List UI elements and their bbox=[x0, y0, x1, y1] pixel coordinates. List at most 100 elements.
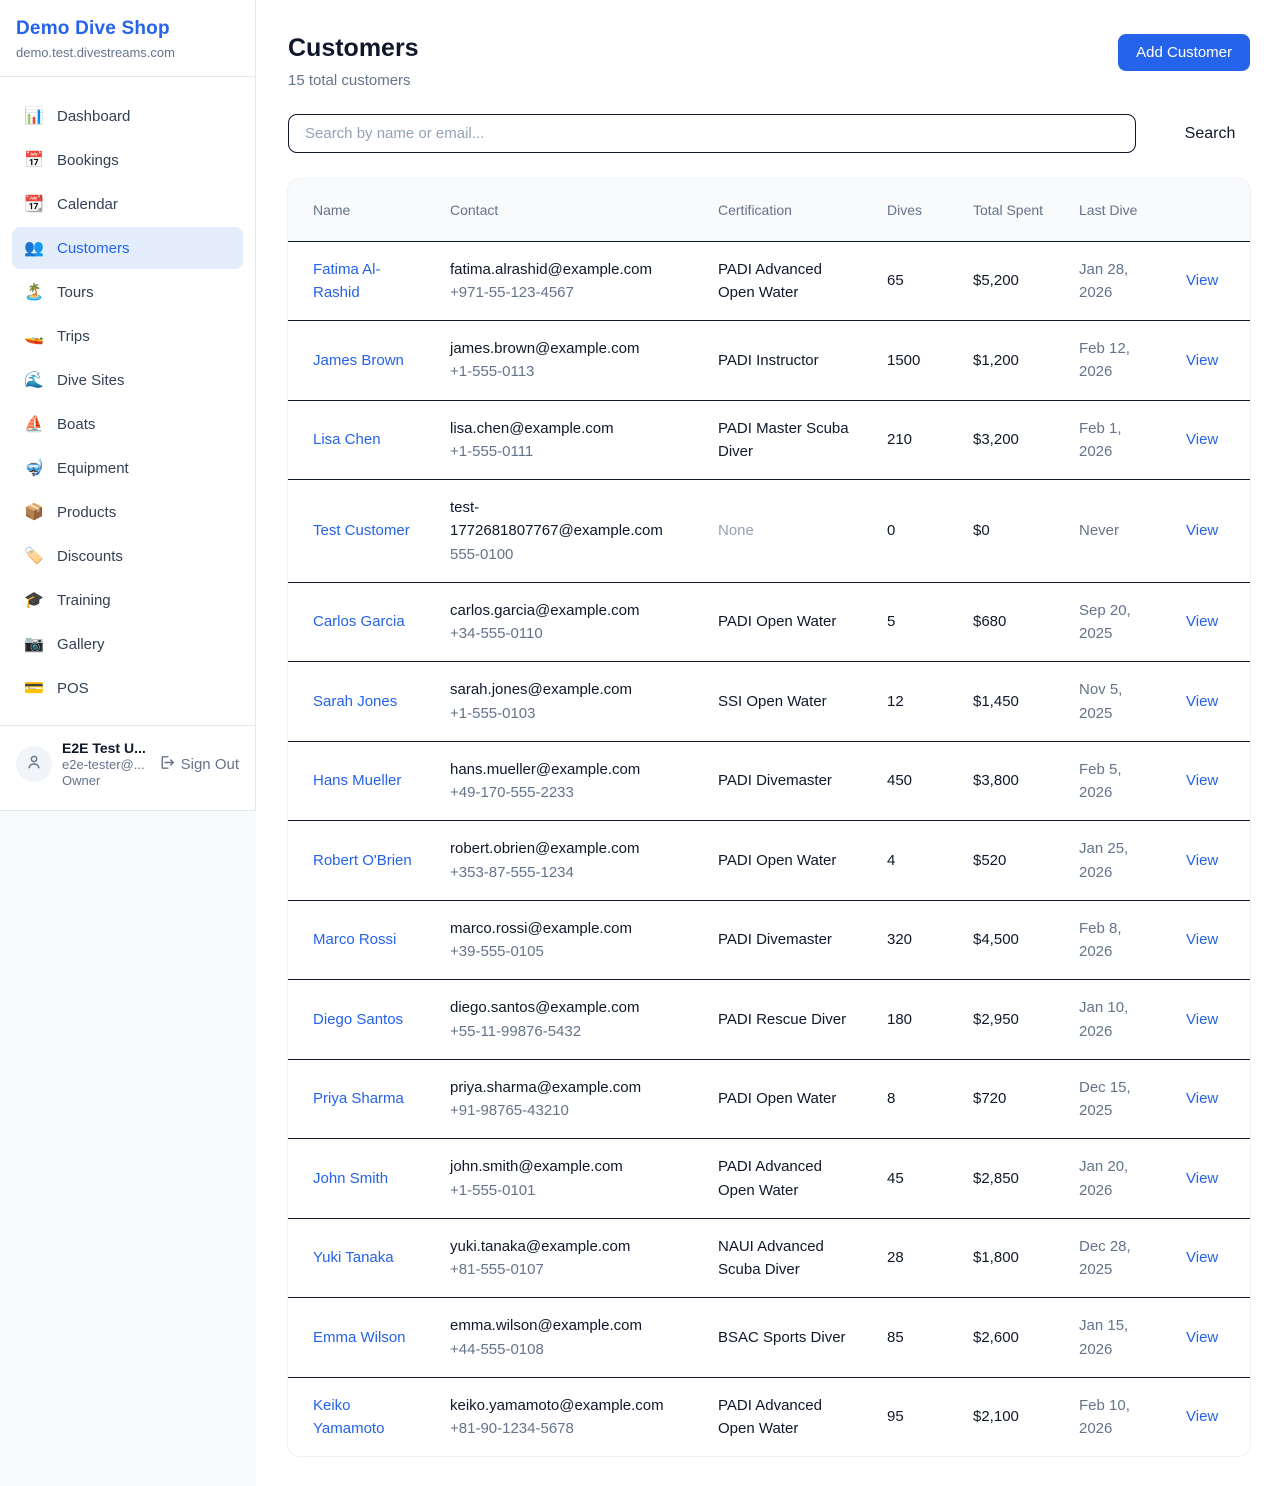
view-link[interactable]: View bbox=[1186, 431, 1218, 448]
nav-item-label: Customers bbox=[57, 240, 130, 257]
pos-icon: 💳 bbox=[24, 678, 44, 698]
customer-name-link[interactable]: Carlos Garcia bbox=[313, 613, 405, 630]
dashboard-icon: 📊 bbox=[24, 106, 44, 126]
customer-email: carlos.garcia@example.com bbox=[450, 599, 686, 622]
sidebar-item-boats[interactable]: ⛵ Boats bbox=[12, 403, 243, 445]
customer-phone: +44-555-0108 bbox=[450, 1338, 686, 1361]
certification-cell: PADI Open Water bbox=[702, 1059, 871, 1139]
customer-name-link[interactable]: John Smith bbox=[313, 1170, 388, 1187]
view-link[interactable]: View bbox=[1186, 931, 1218, 948]
search-button[interactable]: Search bbox=[1170, 117, 1250, 151]
sidebar-item-trips[interactable]: 🚤 Trips bbox=[12, 315, 243, 357]
sidebar-item-calendar[interactable]: 📆 Calendar bbox=[12, 183, 243, 225]
contact-cell: priya.sharma@example.com +91-98765-43210 bbox=[434, 1059, 702, 1139]
customer-phone: +81-555-0107 bbox=[450, 1258, 686, 1281]
view-link[interactable]: View bbox=[1186, 852, 1218, 869]
sidebar-item-dashboard[interactable]: 📊 Dashboard bbox=[12, 95, 243, 137]
customer-name-cell: Sarah Jones bbox=[288, 662, 434, 742]
total-spent-cell: $4,500 bbox=[957, 900, 1063, 980]
sidebar-item-equipment[interactable]: 🤿 Equipment bbox=[12, 447, 243, 489]
view-link[interactable]: View bbox=[1186, 522, 1218, 539]
customer-phone: +91-98765-43210 bbox=[450, 1099, 686, 1122]
total-spent-cell: $0 bbox=[957, 480, 1063, 583]
sidebar-item-discounts[interactable]: 🏷️ Discounts bbox=[12, 535, 243, 577]
view-link[interactable]: View bbox=[1186, 272, 1218, 289]
sign-out-button[interactable]: Sign Out bbox=[158, 754, 239, 775]
certification-cell: NAUI Advanced Scuba Diver bbox=[702, 1218, 871, 1298]
customer-phone: +1-555-0103 bbox=[450, 702, 686, 725]
sidebar-item-customers[interactable]: 👥 Customers bbox=[12, 227, 243, 269]
customer-email: sarah.jones@example.com bbox=[450, 678, 686, 701]
sign-out-label: Sign Out bbox=[181, 756, 239, 773]
nav-item-label: Gallery bbox=[57, 636, 105, 653]
dives-cell: 65 bbox=[871, 241, 957, 321]
total-spent-cell: $1,800 bbox=[957, 1218, 1063, 1298]
customer-email: hans.mueller@example.com bbox=[450, 758, 686, 781]
view-link[interactable]: View bbox=[1186, 613, 1218, 630]
view-cell: View bbox=[1170, 480, 1250, 583]
view-link[interactable]: View bbox=[1186, 1090, 1218, 1107]
total-spent-cell: $1,450 bbox=[957, 662, 1063, 742]
search-input[interactable] bbox=[288, 114, 1136, 153]
customer-name-link[interactable]: Marco Rossi bbox=[313, 931, 396, 948]
contact-cell: john.smith@example.com +1-555-0101 bbox=[434, 1139, 702, 1219]
customer-name-link[interactable]: Diego Santos bbox=[313, 1011, 403, 1028]
view-link[interactable]: View bbox=[1186, 1170, 1218, 1187]
total-spent-cell: $2,950 bbox=[957, 980, 1063, 1060]
customer-name-link[interactable]: Fatima Al-Rashid bbox=[313, 261, 381, 301]
table-row: John Smith john.smith@example.com +1-555… bbox=[288, 1139, 1250, 1219]
view-link[interactable]: View bbox=[1186, 1249, 1218, 1266]
customer-name-cell: James Brown bbox=[288, 321, 434, 401]
view-cell: View bbox=[1170, 662, 1250, 742]
sidebar-item-pos[interactable]: 💳 POS bbox=[12, 667, 243, 709]
nav-item-label: Training bbox=[57, 592, 111, 609]
view-cell: View bbox=[1170, 741, 1250, 821]
view-link[interactable]: View bbox=[1186, 693, 1218, 710]
last-dive-cell: Nov 5, 2025 bbox=[1063, 662, 1170, 742]
contact-cell: fatima.alrashid@example.com +971-55-123-… bbox=[434, 241, 702, 321]
customer-name-link[interactable]: Priya Sharma bbox=[313, 1090, 404, 1107]
view-cell: View bbox=[1170, 1298, 1250, 1378]
customer-name-link[interactable]: Emma Wilson bbox=[313, 1329, 406, 1346]
nav-item-label: POS bbox=[57, 680, 89, 697]
customer-name-link[interactable]: Keiko Yamamoto bbox=[313, 1397, 384, 1437]
customer-phone: +55-11-99876-5432 bbox=[450, 1020, 686, 1043]
contact-cell: marco.rossi@example.com +39-555-0105 bbox=[434, 900, 702, 980]
customer-name-link[interactable]: Robert O'Brien bbox=[313, 852, 412, 869]
column-header: Contact bbox=[434, 179, 702, 241]
table-row: Test Customer test-1772681807767@example… bbox=[288, 480, 1250, 583]
sidebar: Demo Dive Shop demo.test.divestreams.com… bbox=[0, 0, 256, 811]
column-header: Name bbox=[288, 179, 434, 241]
customer-name-link[interactable]: James Brown bbox=[313, 352, 404, 369]
customer-phone: +353-87-555-1234 bbox=[450, 861, 686, 884]
sidebar-item-training[interactable]: 🎓 Training bbox=[12, 579, 243, 621]
column-header: Last Dive bbox=[1063, 179, 1170, 241]
certification-cell: PADI Rescue Diver bbox=[702, 980, 871, 1060]
customer-name-link[interactable]: Sarah Jones bbox=[313, 693, 397, 710]
customer-name-link[interactable]: Hans Mueller bbox=[313, 772, 401, 789]
last-dive-cell: Feb 1, 2026 bbox=[1063, 400, 1170, 480]
customer-name-cell: Marco Rossi bbox=[288, 900, 434, 980]
sidebar-item-dive-sites[interactable]: 🌊 Dive Sites bbox=[12, 359, 243, 401]
sidebar-item-products[interactable]: 📦 Products bbox=[12, 491, 243, 533]
customer-phone: +1-555-0101 bbox=[450, 1179, 686, 1202]
customer-name-link[interactable]: Yuki Tanaka bbox=[313, 1249, 394, 1266]
view-link[interactable]: View bbox=[1186, 772, 1218, 789]
page-subtitle: 15 total customers bbox=[288, 72, 419, 89]
sidebar-item-bookings[interactable]: 📅 Bookings bbox=[12, 139, 243, 181]
view-link[interactable]: View bbox=[1186, 1011, 1218, 1028]
view-link[interactable]: View bbox=[1186, 1408, 1218, 1425]
customer-name-link[interactable]: Lisa Chen bbox=[313, 431, 381, 448]
view-link[interactable]: View bbox=[1186, 352, 1218, 369]
view-link[interactable]: View bbox=[1186, 1329, 1218, 1346]
nav-item-label: Discounts bbox=[57, 548, 123, 565]
customer-name-link[interactable]: Test Customer bbox=[313, 522, 410, 539]
customer-name-cell: Lisa Chen bbox=[288, 400, 434, 480]
view-cell: View bbox=[1170, 1377, 1250, 1456]
sidebar-item-gallery[interactable]: 📷 Gallery bbox=[12, 623, 243, 665]
sidebar-item-tours[interactable]: 🏝️ Tours bbox=[12, 271, 243, 313]
last-dive-cell: Dec 28, 2025 bbox=[1063, 1218, 1170, 1298]
certification-cell: PADI Open Water bbox=[702, 582, 871, 662]
add-customer-button[interactable]: Add Customer bbox=[1118, 34, 1250, 71]
customer-email: fatima.alrashid@example.com bbox=[450, 258, 686, 281]
